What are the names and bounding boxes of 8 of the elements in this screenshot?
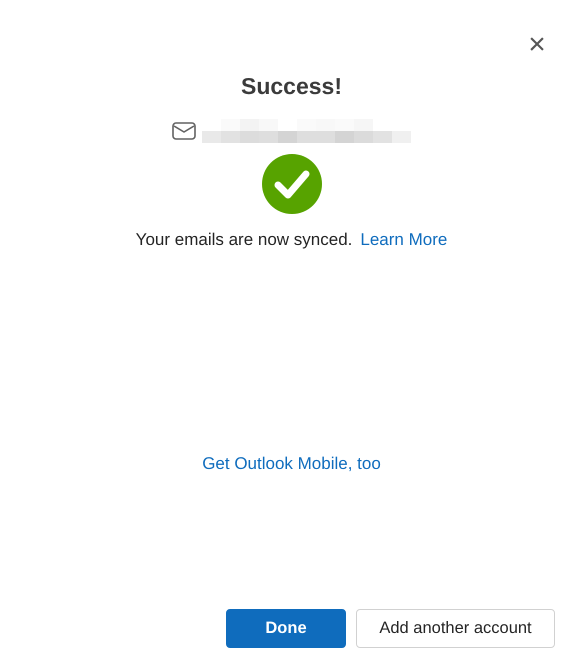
envelope-icon bbox=[172, 121, 196, 141]
add-account-button[interactable]: Add another account bbox=[356, 609, 555, 648]
done-button[interactable]: Done bbox=[226, 609, 346, 648]
status-message: Your emails are now synced. bbox=[136, 230, 352, 249]
learn-more-link[interactable]: Learn More bbox=[360, 230, 448, 249]
mobile-link[interactable]: Get Outlook Mobile, too bbox=[202, 452, 381, 476]
close-button[interactable]: × bbox=[523, 30, 551, 60]
dialog-title: Success! bbox=[240, 72, 342, 101]
